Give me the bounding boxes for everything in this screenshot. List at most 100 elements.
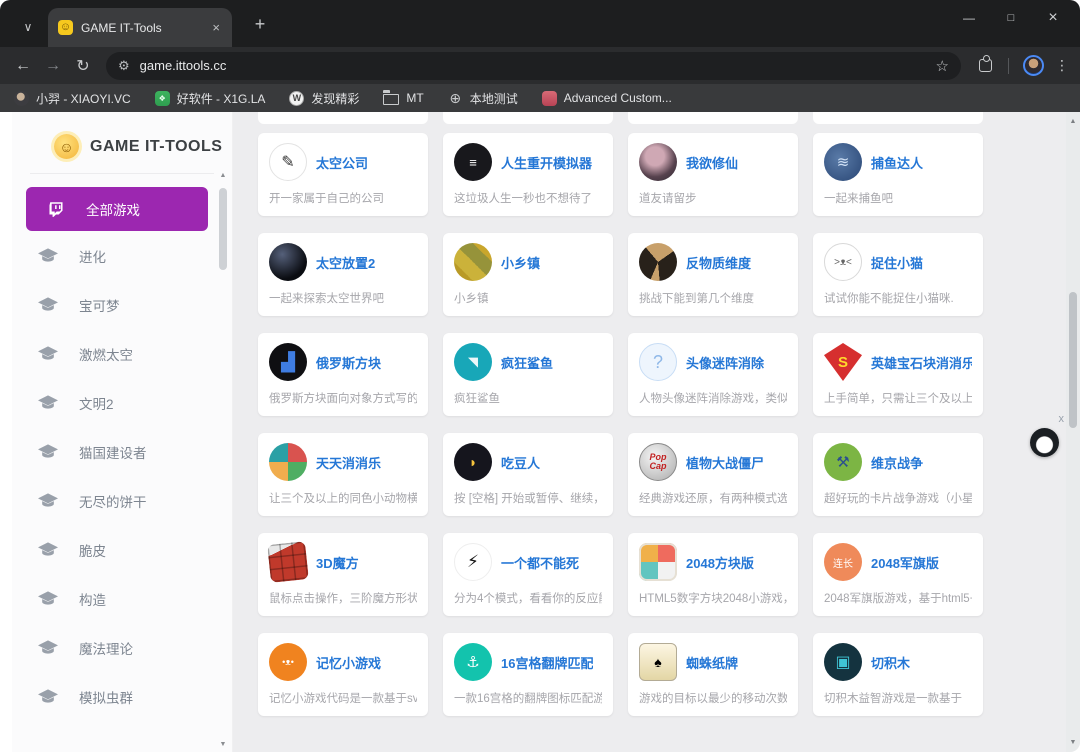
game-card[interactable]: ▟ 俄罗斯方块 俄罗斯方块面向对象方式写的, [258,333,428,416]
game-card[interactable]: ♠ 蜘蛛纸牌 游戏的目标以最少的移动次数将 [628,633,798,716]
address-bar[interactable]: ⚙ game.ittools.cc ☆ [106,52,961,80]
tab-close-icon[interactable]: × [210,20,222,35]
game-title-link[interactable]: 人生重开模拟器 [501,153,592,172]
game-card[interactable]: ⚡ 一个都不能死 分为4个模式，看看你的反应能力 [443,533,613,616]
github-octocat-widget[interactable] [1030,428,1059,457]
game-card[interactable]: 天天消消乐 让三个及以上的同色小动物横竖 [258,433,428,516]
game-title-link[interactable]: 反物质维度 [686,253,751,272]
url-text[interactable]: game.ittools.cc [140,58,227,73]
sidebar-item[interactable]: 进化 [12,231,232,280]
sidebar-item[interactable]: 无尽的饼干 [12,476,232,525]
game-card[interactable]: ⚓ 16宫格翻牌匹配 一款16宫格的翻牌图标匹配游 [443,633,613,716]
game-title-link[interactable]: 16宫格翻牌匹配 [501,653,593,672]
sidebar-item[interactable]: 魔法理论 [12,623,232,672]
sidebar-item-all-games[interactable]: 全部游戏 [26,187,208,231]
game-title-link[interactable]: 太空放置2 [316,253,375,272]
back-button[interactable]: ← [8,52,38,80]
game-title-link[interactable]: 天天消消乐 [316,453,381,472]
cat-doodle-icon: >ᴥ< [824,243,862,281]
bookmark-item[interactable]: MT [383,91,423,105]
game-title-link[interactable]: 英雄宝石块消消乐 [871,353,972,372]
game-card[interactable]: 连长 2048军旗版 2048军旗版游戏，基于html5+js [813,533,983,616]
game-card-header: 反物质维度 [639,243,787,281]
game-card[interactable]: ⚒ 维京战争 超好玩的卡片战争游戏（小星汉 [813,433,983,516]
game-card[interactable]: ◥ 疯狂鲨鱼 疯狂鲨鱼 [443,333,613,416]
game-title-link[interactable]: 小乡镇 [501,253,540,272]
twitch-bubble-icon [47,200,65,218]
sidebar-item[interactable]: 构造 [12,574,232,623]
bookmark-item[interactable]: W 发现精彩 [289,90,359,107]
game-title-link[interactable]: 我欲修仙 [686,153,738,172]
game-title-link[interactable]: 吃豆人 [501,453,540,472]
game-title-link[interactable]: 维京战争 [871,453,923,472]
page-scrollbar[interactable]: ▲ ▼ [1066,112,1080,752]
bookmark-star-icon[interactable]: ☆ [936,57,949,75]
game-title-link[interactable]: 一个都不能死 [501,553,579,572]
maximize-button[interactable]: □ [990,0,1032,36]
game-title-link[interactable]: 切积木 [871,653,910,672]
new-tab-button[interactable]: + [248,12,272,36]
profile-avatar[interactable] [1023,55,1044,76]
scroll-down-icon[interactable]: ▼ [217,741,229,748]
game-title-link[interactable]: 捕鱼达人 [871,153,923,172]
game-card[interactable]: 我欲修仙 道友请留步 [628,133,798,216]
bookmark-item[interactable]: Advanced Custom... [542,91,672,106]
game-card[interactable]: ✎ 太空公司 开一家属于自己的公司 [258,133,428,216]
scroll-up-icon[interactable]: ▲ [217,172,229,179]
game-card[interactable]: •ᴥ• 记忆小游戏 记忆小游戏代码是一款基于svg卡 [258,633,428,716]
bookmark-item[interactable]: ❖ 好软件 - X1G.LA [155,90,266,107]
site-logo[interactable]: ☺ GAME IT-TOOLS [12,112,232,173]
game-title-link[interactable]: 捉住小猫 [871,253,923,272]
game-card[interactable]: 太空放置2 一起来探索太空世界吧 [258,233,428,316]
game-card[interactable]: ≡ 人生重开模拟器 这垃圾人生一秒也不想待了 [443,133,613,216]
sidebar-scrollbar-thumb[interactable] [219,188,227,270]
game-card[interactable]: >ᴥ< 捉住小猫 试试你能不能捉住小猫咪. [813,233,983,316]
game-card[interactable]: ? 头像迷阵消除 人物头像迷阵消除游戏，类似 [628,333,798,416]
game-title-link[interactable]: 2048军旗版 [871,553,939,572]
bookmark-label: Advanced Custom... [564,91,672,105]
game-title-link[interactable]: 记忆小游戏 [316,653,381,672]
town-aerial-icon [454,243,492,281]
scroll-down-icon[interactable]: ▼ [1066,739,1080,746]
active-tab[interactable]: ☺ GAME IT-Tools × [48,8,232,47]
game-title-link[interactable]: 3D魔方 [316,553,359,572]
close-button[interactable]: × [1032,0,1074,36]
sidebar-item[interactable]: 激燃太空 [12,329,232,378]
game-title-link[interactable]: 疯狂鲨鱼 [501,353,553,372]
game-title-link[interactable]: 太空公司 [316,153,368,172]
game-card[interactable]: 小乡镇 小乡镇 [443,233,613,316]
game-title-link[interactable]: 俄罗斯方块 [316,353,381,372]
game-card-header: ⚓ 16宫格翻牌匹配 [454,643,602,681]
sidebar-item[interactable]: 宝可梦 [12,280,232,329]
game-card[interactable]: 反物质维度 挑战下能到第几个维度 [628,233,798,316]
game-card[interactable]: ◗ 吃豆人 按 [空格] 开始或暂停、继续， [443,433,613,516]
scroll-up-icon[interactable]: ▲ [1066,118,1080,125]
game-card[interactable]: ≋ 捕鱼达人 一起来捕鱼吧 [813,133,983,216]
site-settings-icon[interactable]: ⚙ [118,58,130,74]
game-card[interactable]: ▣ 切积木 切积木益智游戏是一款基于 [813,633,983,716]
game-card[interactable]: S 英雄宝石块消消乐 上手简单，只需让三个及以上的 [813,333,983,416]
sidebar-item[interactable]: 脆皮 [12,525,232,574]
forward-button[interactable]: → [38,52,68,80]
widget-close-icon[interactable]: x [1059,413,1065,425]
bookmark-item[interactable]: 小羿 - XIAOYI.VC [14,90,131,107]
sidebar-item[interactable]: 猫国建设者 [12,427,232,476]
extensions-icon[interactable] [979,59,992,72]
game-title-link[interactable]: 2048方块版 [686,553,754,572]
sidebar-item[interactable]: 文明2 [12,378,232,427]
sidebar-item[interactable]: 模拟虫群 [12,672,232,721]
game-card[interactable]: 2048方块版 HTML5数字方块2048小游戏，兼 [628,533,798,616]
folder-icon [383,94,399,105]
sidebar-scrollbar[interactable]: ▲ ▼ [217,172,229,748]
menu-kebab-icon[interactable]: ⋮ [1052,57,1072,74]
reload-button[interactable]: ↻ [68,52,98,80]
tab-search-chevron-icon[interactable]: ∨ [14,13,42,41]
game-title-link[interactable]: 植物大战僵尸 [686,453,764,472]
game-card[interactable]: Pop Cap 植物大战僵尸 经典游戏还原，有两种模式选择 [628,433,798,516]
game-title-link[interactable]: 蜘蛛纸牌 [686,653,738,672]
game-card[interactable]: 3D魔方 鼠标点击操作，三阶魔方形状逼 [258,533,428,616]
bookmark-item[interactable]: ⊕ 本地测试 [448,90,518,107]
page-scrollbar-thumb[interactable] [1069,292,1077,428]
minimize-button[interactable]: — [948,0,990,36]
game-title-link[interactable]: 头像迷阵消除 [686,353,764,372]
